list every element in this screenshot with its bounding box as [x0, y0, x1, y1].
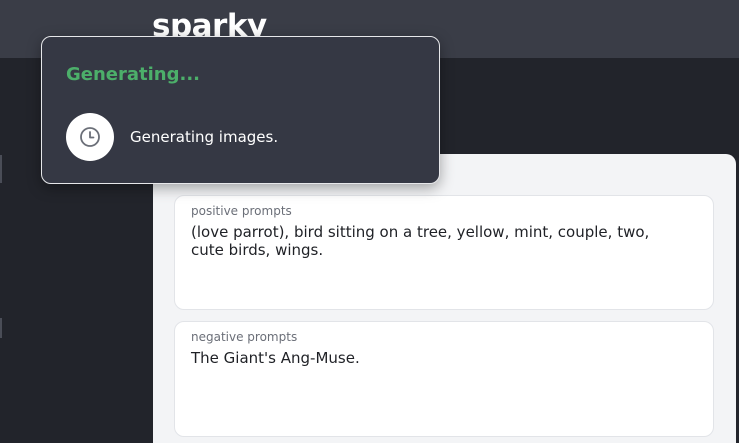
sidebar-edge-mark	[0, 155, 2, 183]
sparky-logo[interactable]: sparky	[152, 6, 267, 38]
toast-title: Generating...	[66, 64, 201, 85]
negative-prompt-label: negative prompts	[191, 330, 298, 344]
app-window: sparky positive prompts (love parrot), b…	[0, 0, 739, 443]
positive-prompt-label: positive prompts	[191, 204, 292, 218]
positive-prompt-text[interactable]: (love parrot), bird sitting on a tree, y…	[191, 223, 681, 259]
clock-icon-glyph	[80, 127, 100, 147]
generating-toast: Generating... Generating images.	[41, 36, 440, 184]
positive-prompt-field[interactable]: positive prompts (love parrot), bird sit…	[174, 195, 714, 310]
negative-prompt-field[interactable]: negative prompts The Giant's Ang-Muse.	[174, 321, 714, 437]
negative-prompt-text[interactable]: The Giant's Ang-Muse.	[191, 349, 681, 367]
toast-message: Generating images.	[130, 128, 279, 146]
clock-icon	[66, 113, 114, 161]
sidebar-edge-mark	[0, 318, 2, 338]
